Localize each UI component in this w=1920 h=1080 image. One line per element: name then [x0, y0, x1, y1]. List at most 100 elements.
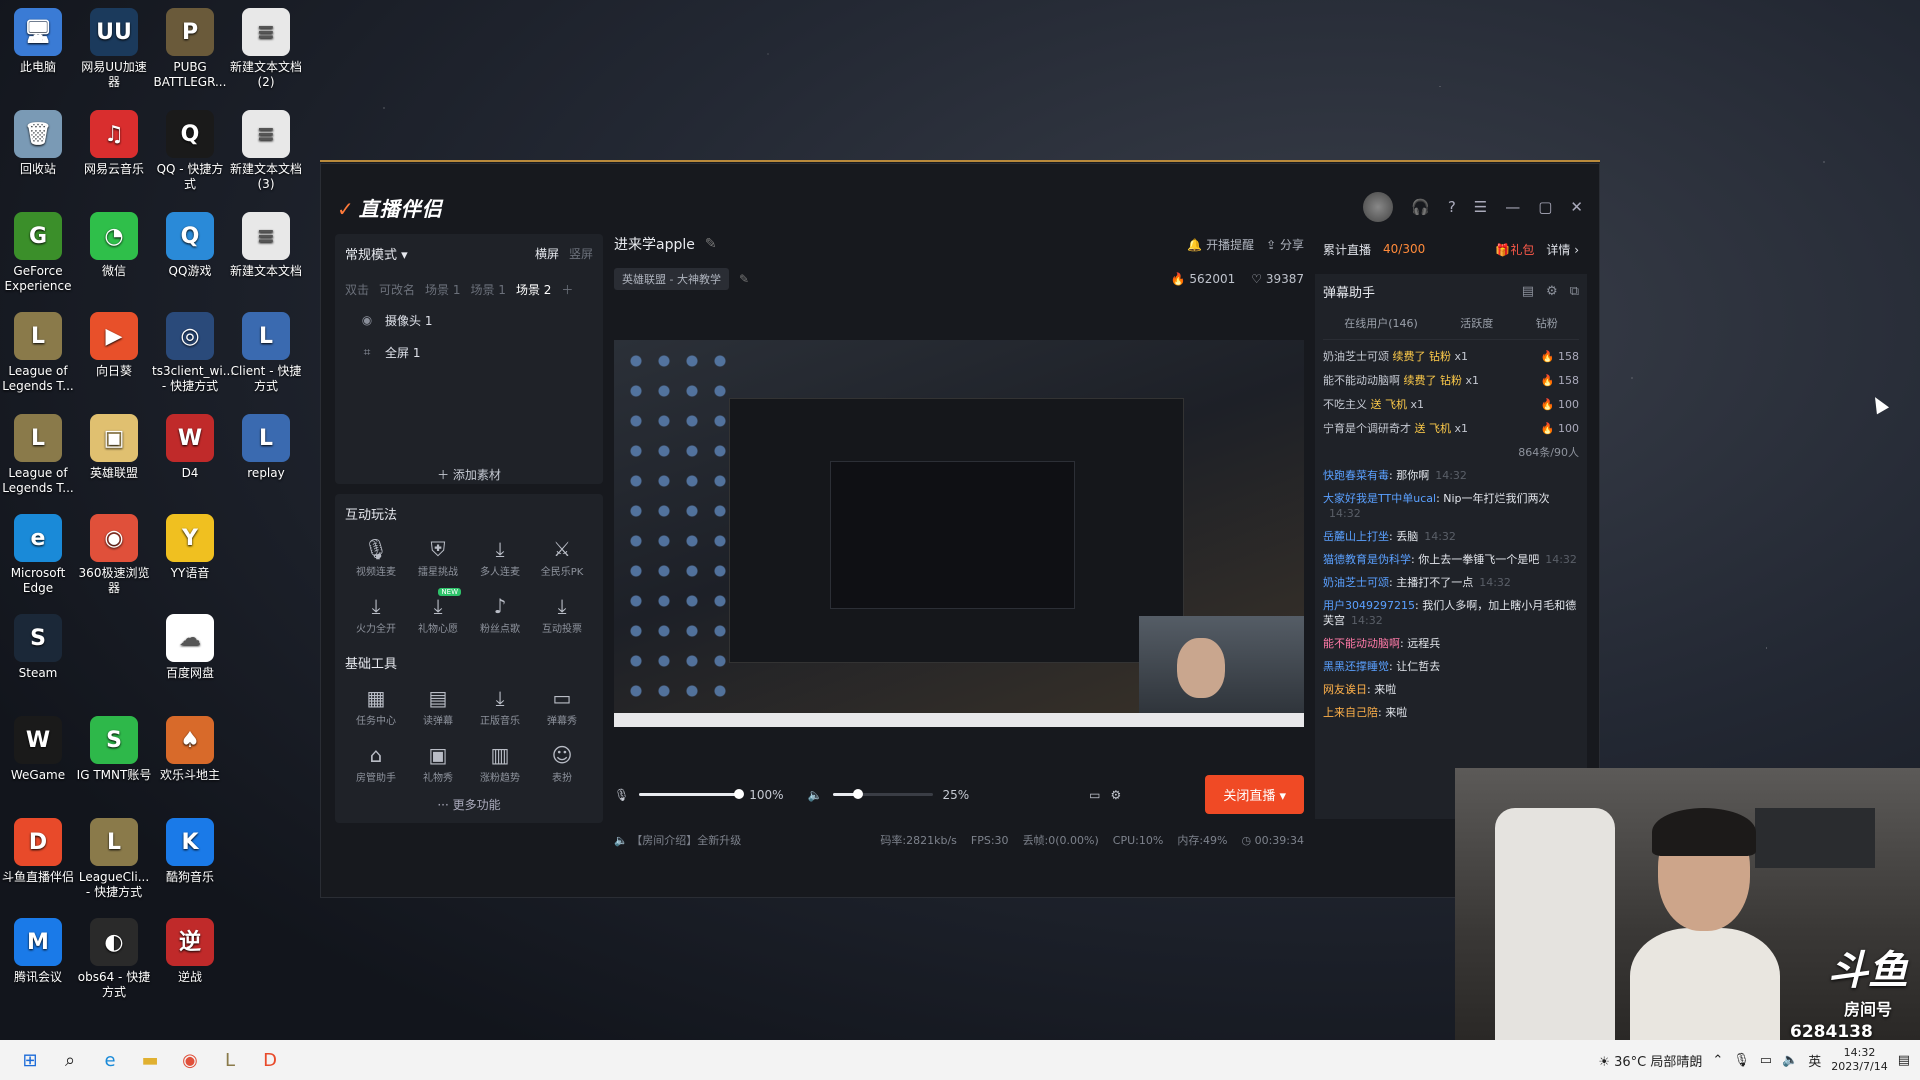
tool-button[interactable]: ⤓ 正版音乐 [469, 684, 531, 727]
settings-icon[interactable]: ⚙ [1111, 788, 1122, 802]
speaker-volume-slider[interactable] [832, 789, 933, 799]
desktop-icon[interactable]: Y YY语音 [152, 510, 228, 581]
clock[interactable]: 14:32 2023/7/14 [1831, 1046, 1887, 1074]
list-icon[interactable]: ▤ [1522, 284, 1534, 299]
close-icon[interactable]: ✕ [1570, 198, 1583, 216]
tool-button[interactable]: 🎙 视频连麦 [345, 535, 407, 578]
desktop-icon[interactable]: Q QQ游戏 [152, 208, 228, 279]
edit-title-icon[interactable]: ✎ [705, 236, 717, 252]
minimize-icon[interactable]: — [1505, 198, 1520, 216]
user-avatar[interactable] [1363, 192, 1394, 222]
detail-link[interactable]: 详情 › [1546, 241, 1579, 258]
windows-start-icon[interactable]: ⊞ [10, 1040, 50, 1080]
end-stream-button[interactable]: 关闭直播 ▾ [1205, 775, 1304, 814]
landscape-toggle[interactable]: 横屏 [535, 245, 559, 262]
maximize-icon[interactable]: ▢ [1538, 198, 1552, 216]
desktop-icon[interactable]: ♫ 网易云音乐 [76, 106, 152, 177]
desktop-icon[interactable]: ≡ 新建文本文档 (3) [228, 106, 304, 192]
volume-icon[interactable]: 🔈 [1782, 1053, 1798, 1068]
desktop-icon[interactable]: D 斗鱼直播伴侣 [0, 814, 76, 885]
360-browser-taskbar-icon[interactable]: ◉ [170, 1040, 210, 1080]
category-tag[interactable]: 英雄联盟 - 大神教学 [614, 268, 729, 290]
scene-tab[interactable]: 双击 [345, 281, 369, 298]
desktop-icon[interactable]: ≡ 新建文本文档 (2) [228, 4, 304, 90]
desktop-icon[interactable]: P PUBG BATTLEGR... [152, 4, 228, 90]
tool-button[interactable]: ▦ 任务中心 [345, 684, 407, 727]
notification-icon[interactable]: ▤ [1898, 1053, 1910, 1068]
desktop-icon[interactable]: 🖥 此电脑 [0, 4, 76, 75]
speaker-icon[interactable]: 🔈 [808, 788, 823, 802]
room-title[interactable]: 进来学apple [614, 234, 695, 254]
desktop-icon[interactable]: ◉ 360极速浏览器 [76, 510, 152, 596]
reminder-button[interactable]: 🔔 开播提醒 [1187, 236, 1254, 253]
tool-button[interactable]: ▥ 涨粉趋势 [469, 741, 531, 784]
share-button[interactable]: ⇪ 分享 [1266, 236, 1304, 253]
stream-preview[interactable] [614, 340, 1304, 727]
mic-volume-slider[interactable] [639, 789, 745, 799]
desktop-icon[interactable]: L League of Legends T... [0, 308, 76, 394]
tool-button[interactable]: ⤓ 互动投票 [531, 592, 593, 635]
tab-activity[interactable]: 活跃度 [1460, 315, 1493, 331]
search-icon[interactable]: ⌕ [50, 1040, 90, 1080]
source-item[interactable]: ◉ 摄像头 1 [345, 310, 593, 330]
chat-user[interactable]: 猫德教育是伪科学 [1323, 553, 1411, 566]
desktop-icon[interactable]: ▶ 向日葵 [76, 308, 152, 379]
mic-icon[interactable]: 🎙 [614, 788, 629, 802]
desktop-icon[interactable]: L Client - 快捷方式 [228, 308, 304, 394]
tool-button[interactable]: ⤓ 礼物心愿 NEW [407, 588, 469, 635]
camera-toggle-icon[interactable]: ▭ [1089, 788, 1100, 802]
chat-user[interactable]: 能不能动动脑啊 [1323, 637, 1400, 650]
douyu-taskbar-icon[interactable]: D [250, 1040, 290, 1080]
desktop-icon[interactable]: ♠ 欢乐斗地主 [152, 712, 228, 783]
help-icon[interactable]: ? [1448, 198, 1456, 216]
ime-indicator[interactable]: 英 [1808, 1051, 1821, 1070]
scene-tab[interactable]: 可改名 [379, 281, 415, 298]
desktop-icon[interactable]: Q QQ - 快捷方式 [152, 106, 228, 192]
edit-category-icon[interactable]: ✎ [739, 272, 749, 286]
add-scene-icon[interactable]: ＋ [561, 281, 573, 298]
gift-user[interactable]: 能不能动动脑啊 [1323, 374, 1400, 388]
tab-diamond-fans[interactable]: 钻粉 [1536, 315, 1558, 331]
menu-icon[interactable]: ☰ [1474, 198, 1487, 216]
tool-button[interactable]: ⚔ 全民乐PK [531, 535, 593, 578]
network-icon[interactable]: ▭ [1760, 1053, 1772, 1068]
weather-widget[interactable]: ☀ 36°C 局部晴朗 [1598, 1051, 1702, 1070]
chat-user[interactable]: 奶油芝士可颂 [1323, 576, 1389, 589]
desktop-icon[interactable]: S IG TMNT账号 [76, 712, 152, 783]
desktop-icon[interactable]: 🗑 回收站 [0, 106, 76, 177]
portrait-toggle[interactable]: 竖屏 [569, 245, 593, 262]
desktop-icon[interactable]: ◔ 微信 [76, 208, 152, 279]
file-explorer-icon[interactable]: ▬ [130, 1040, 170, 1080]
desktop-icon[interactable]: K 酷狗音乐 [152, 814, 228, 885]
tool-button[interactable]: ⤓ 多人连麦 [469, 535, 531, 578]
chat-user[interactable]: 大家好我是TT中单ucal [1323, 492, 1436, 505]
desktop-icon[interactable]: ◐ obs64 - 快捷方式 [76, 914, 152, 1000]
headset-icon[interactable]: 🎧 [1411, 198, 1430, 216]
gift-user[interactable]: 不吃主义 [1323, 398, 1367, 412]
chat-user[interactable]: 岳麓山上打坐 [1323, 530, 1389, 543]
tool-button[interactable]: ⛨ 擂星挑战 [407, 535, 469, 578]
desktop-icon[interactable]: Lreplay [228, 410, 304, 481]
scene-tab-active[interactable]: 场景 2 [516, 281, 551, 298]
tray-chevron-icon[interactable]: ⌃ [1712, 1053, 1723, 1068]
scene-tab[interactable]: 场景 1 [425, 281, 460, 298]
settings-icon[interactable]: ⚙ [1546, 284, 1558, 299]
speaker-volume-knob[interactable] [852, 789, 863, 799]
tool-button[interactable]: ▤ 读弹幕 [407, 684, 469, 727]
scene-tab[interactable]: 场景 1 [470, 281, 505, 298]
desktop-icon[interactable]: G GeForce Experience [0, 208, 76, 294]
desktop-icon[interactable]: ▣ 英雄联盟 [76, 410, 152, 481]
source-item[interactable]: ⌗ 全屏 1 [345, 342, 593, 362]
desktop-icon[interactable]: L League of Legends T... [0, 410, 76, 496]
tool-button[interactable]: ▭ 弹幕秀 [531, 684, 593, 727]
more-features-button[interactable]: ··· 更多功能 [345, 796, 593, 813]
chat-user[interactable]: 快跑春菜有毒 [1323, 469, 1389, 482]
popout-icon[interactable]: ⧉ [1570, 284, 1579, 299]
desktop-icon[interactable]: L LeagueCli... - 快捷方式 [76, 814, 152, 900]
add-source-button[interactable]: ＋ 添加素材 [335, 466, 603, 483]
tool-button[interactable]: ⌂ 房管助手 [345, 741, 407, 784]
desktop-icon[interactable]: S Steam [0, 610, 76, 681]
tool-button[interactable]: ▣ 礼物秀 [407, 741, 469, 784]
tool-button[interactable]: ☺ 表扮 [531, 741, 593, 784]
desktop-icon[interactable]: 逆逆战 [152, 914, 228, 985]
